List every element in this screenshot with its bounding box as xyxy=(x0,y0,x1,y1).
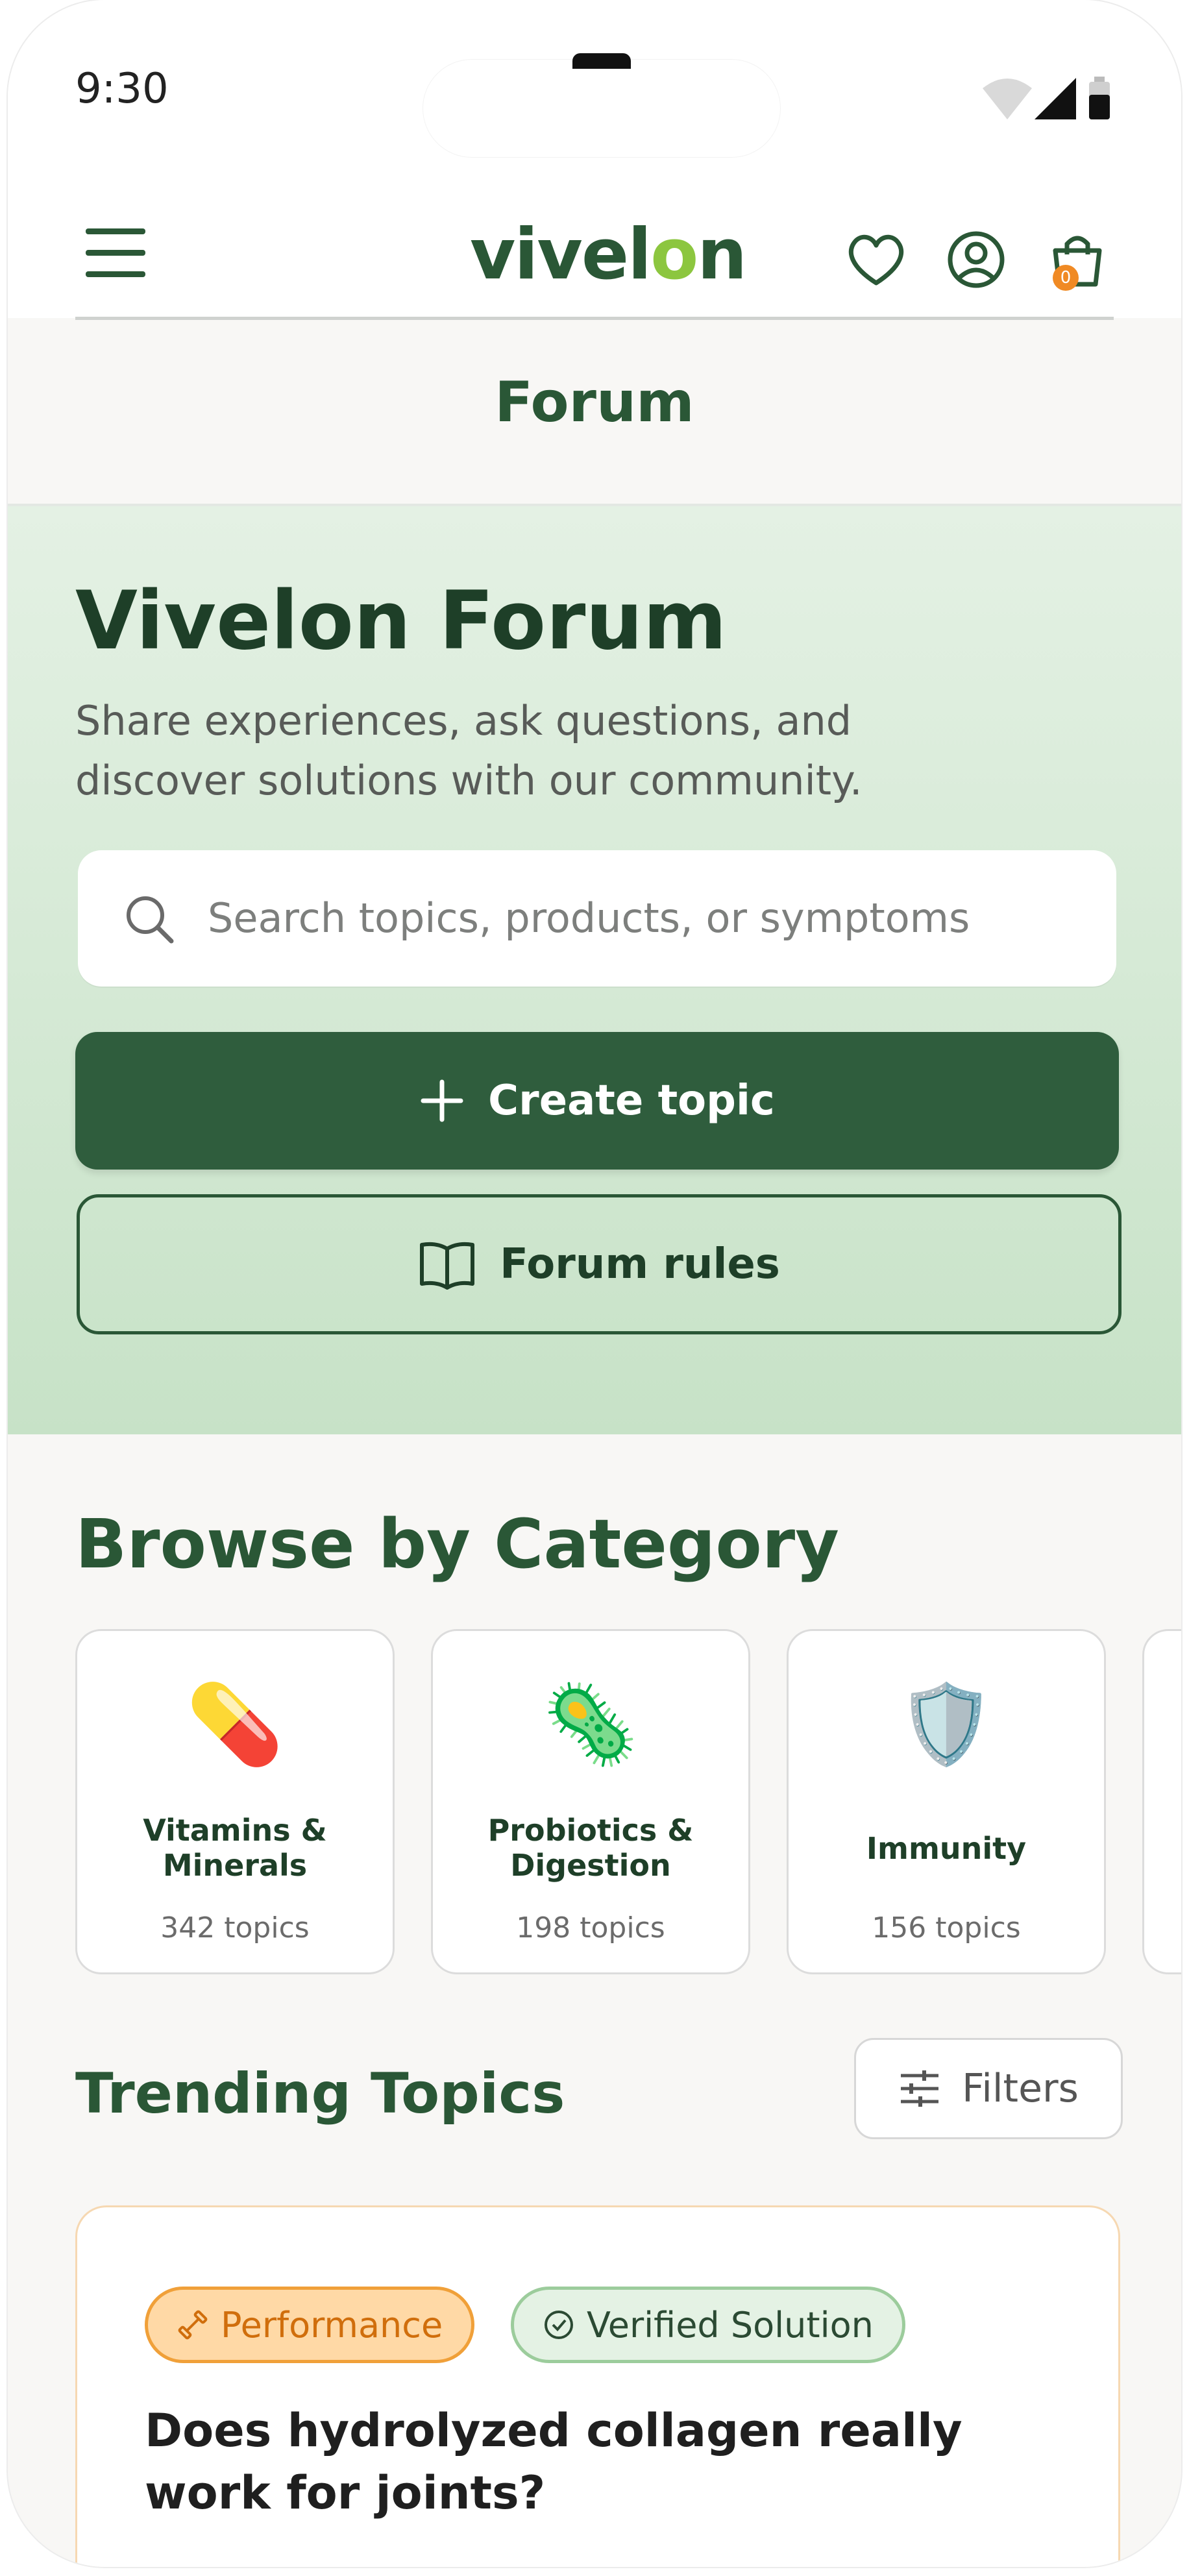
filters-button[interactable]: Filters xyxy=(854,2038,1123,2139)
cart-count-badge: 0 xyxy=(1053,265,1079,291)
category-name: Probiotics & Digestion xyxy=(487,1813,694,1883)
tag-verified-solution[interactable]: Verified Solution xyxy=(511,2287,905,2363)
page-title: Forum xyxy=(495,370,694,435)
forum-rules-button[interactable]: Forum rules xyxy=(77,1194,1122,1334)
tag-performance[interactable]: Performance xyxy=(145,2287,475,2363)
microbe-icon: 🦠 xyxy=(542,1680,639,1770)
category-count: 342 topics xyxy=(160,1911,310,1944)
check-circle-icon xyxy=(545,2311,573,2339)
category-card-vitamins[interactable]: 💊 Vitamins & Minerals 342 topics xyxy=(75,1629,395,1974)
topic-title[interactable]: Does hydrolyzed collagen really work for… xyxy=(145,2399,1053,2524)
cellular-signal-icon xyxy=(1035,78,1076,119)
create-topic-label: Create topic xyxy=(488,1077,775,1125)
wifi-icon xyxy=(983,79,1032,119)
sliders-icon xyxy=(901,2070,939,2107)
category-name: Immunity xyxy=(866,1831,1027,1866)
search-input[interactable]: Search topics, products, or symptoms xyxy=(78,850,1116,987)
category-card-partial[interactable] xyxy=(1142,1629,1181,1974)
search-placeholder: Search topics, products, or symptoms xyxy=(208,894,970,942)
create-topic-button[interactable]: Create topic xyxy=(75,1032,1119,1170)
header-divider xyxy=(75,317,1114,320)
search-icon xyxy=(127,896,174,944)
status-bar: 9:30 xyxy=(8,0,1181,188)
vivelon-logo[interactable]: vivelon xyxy=(470,214,747,295)
browse-category-title: Browse by Category xyxy=(75,1504,839,1584)
shield-icon: 🛡️ xyxy=(898,1680,995,1770)
user-account-icon[interactable] xyxy=(945,228,1007,291)
trending-topics-title: Trending Topics xyxy=(75,2061,565,2126)
dynamic-island xyxy=(423,60,780,157)
tag-performance-label: Performance xyxy=(221,2304,443,2346)
pill-icon: 💊 xyxy=(186,1680,284,1770)
category-count: 198 topics xyxy=(516,1911,665,1944)
book-icon xyxy=(420,1242,475,1290)
battery-icon xyxy=(1089,77,1110,119)
hamburger-menu-icon[interactable] xyxy=(86,228,145,280)
phone-frame: 9:30 vivelon 0 Forum Vivelon Forum Share… xyxy=(8,0,1181,2567)
category-count: 156 topics xyxy=(872,1911,1021,1944)
category-card-immunity[interactable]: 🛡️ Immunity 156 topics xyxy=(787,1629,1106,1974)
category-card-probiotics[interactable]: 🦠 Probiotics & Digestion 198 topics xyxy=(431,1629,750,1974)
heart-icon[interactable] xyxy=(845,228,907,291)
category-name: Vitamins & Minerals xyxy=(143,1813,327,1883)
tag-verified-label: Verified Solution xyxy=(587,2304,874,2346)
status-time: 9:30 xyxy=(75,65,169,113)
dumbbell-icon xyxy=(178,2310,208,2340)
forum-rules-label: Forum rules xyxy=(500,1240,780,1288)
hero-subtitle: Share experiences, ask questions, and di… xyxy=(75,697,863,804)
filters-label: Filters xyxy=(962,2066,1079,2111)
hero-title: Vivelon Forum xyxy=(75,574,727,668)
plus-icon xyxy=(421,1079,463,1122)
camera-notch xyxy=(572,53,631,69)
topic-card[interactable]: Performance Verified Solution Does hydro… xyxy=(75,2205,1120,2567)
